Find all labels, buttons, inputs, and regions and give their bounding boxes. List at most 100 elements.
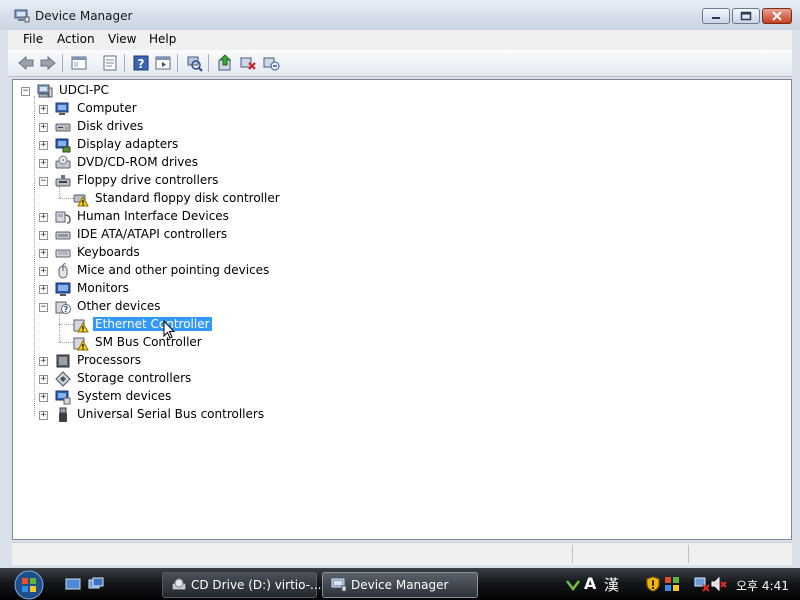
- expand-icon[interactable]: +: [39, 105, 48, 114]
- expand-icon[interactable]: +: [39, 159, 48, 168]
- display-adapter-icon: [55, 138, 71, 153]
- security-shield-icon[interactable]: [646, 576, 660, 592]
- restore-icon: [733, 9, 759, 23]
- taskbar-button-label: CD Drive (D:) virtio-...: [191, 578, 322, 592]
- tree-item-dvd-cd-rom-drives[interactable]: + DVD/CD-ROM drives: [39, 154, 339, 172]
- expand-icon[interactable]: +: [39, 357, 48, 366]
- collapse-icon[interactable]: −: [39, 177, 48, 186]
- taskbar-button-label: Device Manager: [351, 578, 449, 592]
- tree-item-label: Ethernet Controller: [93, 317, 212, 331]
- svg-text:?: ?: [64, 305, 69, 314]
- back-icon[interactable]: [17, 54, 35, 72]
- tree-item-floppy-drive-controllers[interactable]: − Floppy drive controllers: [39, 172, 339, 190]
- expand-icon[interactable]: +: [39, 267, 48, 276]
- cd-drive-icon: [171, 578, 187, 591]
- tree-line: [59, 342, 73, 343]
- tree-item-label: Other devices: [77, 299, 161, 313]
- menu-file[interactable]: File: [23, 32, 43, 46]
- up-level-icon[interactable]: [70, 54, 88, 72]
- minimize-button[interactable]: [702, 8, 730, 24]
- device-manager-window: Device Manager File Action View Help ? −…: [0, 0, 800, 568]
- status-divider: [572, 545, 573, 563]
- tree-item-other-devices[interactable]: − ? Other devices: [39, 298, 339, 316]
- collapse-icon[interactable]: −: [21, 87, 30, 96]
- tree-item-mice-and-other-pointing-devices[interactable]: + Mice and other pointing devices: [39, 262, 339, 280]
- start-button[interactable]: [8, 570, 50, 600]
- taskbar-button-cd-drive[interactable]: CD Drive (D:) virtio-...: [162, 572, 321, 598]
- tree-item-standard-floppy-disk-controller[interactable]: Standard floppy disk controller: [73, 190, 373, 208]
- tree-item-keyboards[interactable]: + Keyboards: [39, 244, 339, 262]
- collapse-icon[interactable]: −: [39, 303, 48, 312]
- language-bar-icon[interactable]: [565, 577, 581, 591]
- taskbar-button-device-manager[interactable]: Device Manager: [322, 572, 478, 598]
- window-title: Device Manager: [35, 9, 133, 23]
- device-tree[interactable]: − UDCI-PC + Computer + Disk drives + Dis…: [12, 79, 792, 540]
- status-divider: [688, 545, 689, 563]
- expand-icon[interactable]: +: [39, 411, 48, 420]
- tree-root[interactable]: − UDCI-PC: [21, 82, 221, 100]
- forward-icon[interactable]: [39, 54, 57, 72]
- taskbar: CD Drive (D:) virtio-... Device Manager …: [0, 568, 800, 600]
- help-icon[interactable]: ?: [132, 54, 150, 72]
- expand-icon[interactable]: +: [39, 285, 48, 294]
- tree-item-universal-serial-bus-controllers[interactable]: + Universal Serial Bus controllers: [39, 406, 339, 424]
- tree-line: [34, 96, 35, 416]
- disable-device-icon[interactable]: [239, 54, 257, 72]
- menu-action[interactable]: Action: [57, 32, 95, 46]
- warning-device-icon: [73, 194, 89, 207]
- title-bar[interactable]: Device Manager: [0, 0, 800, 30]
- tree-item-label: SM Bus Controller: [95, 335, 202, 349]
- menu-help[interactable]: Help: [149, 32, 176, 46]
- tree-item-display-adapters[interactable]: + Display adapters: [39, 136, 339, 154]
- close-button[interactable]: [762, 8, 792, 24]
- uninstall-device-icon[interactable]: [262, 54, 280, 72]
- expand-icon[interactable]: +: [39, 123, 48, 132]
- tree-item-label: DVD/CD-ROM drives: [77, 155, 199, 169]
- expand-icon[interactable]: +: [39, 213, 48, 222]
- tree-item-monitors[interactable]: + Monitors: [39, 280, 339, 298]
- expand-icon[interactable]: +: [39, 375, 48, 384]
- tree-item-label: Human Interface Devices: [77, 209, 229, 223]
- network-disconnected-icon[interactable]: [694, 576, 710, 592]
- tree-item-ethernet-controller[interactable]: Ethernet Controller: [73, 316, 373, 334]
- mouse-cursor-icon: [163, 320, 176, 339]
- clock[interactable]: 오후 4:41: [736, 577, 789, 594]
- show-hide-console-tree-icon[interactable]: [154, 54, 172, 72]
- expand-icon[interactable]: +: [39, 393, 48, 402]
- scan-hardware-icon[interactable]: [185, 54, 203, 72]
- processor-icon: [56, 354, 70, 368]
- tree-item-label: Monitors: [77, 281, 129, 295]
- tree-item-sm-bus-controller[interactable]: SM Bus Controller: [73, 334, 373, 352]
- computer-icon: [55, 102, 69, 115]
- tree-item-computer[interactable]: + Computer: [39, 100, 339, 118]
- expand-icon[interactable]: +: [39, 231, 48, 240]
- warning-device-icon: [73, 319, 89, 333]
- menu-view[interactable]: View: [108, 32, 136, 46]
- ime-hanja-indicator[interactable]: 漢: [604, 574, 619, 595]
- expand-icon[interactable]: +: [39, 249, 48, 258]
- tree-item-human-interface-devices[interactable]: + Human Interface Devices: [39, 208, 339, 226]
- properties-icon[interactable]: [101, 54, 119, 72]
- show-desktop-icon[interactable]: [65, 577, 81, 591]
- switch-windows-icon[interactable]: [88, 577, 104, 591]
- tree-item-processors[interactable]: + Processors: [39, 352, 339, 370]
- status-bar: [12, 542, 792, 565]
- tree-item-ide-ata-atapi-controllers[interactable]: + IDE ATA/ATAPI controllers: [39, 226, 339, 244]
- maximize-button[interactable]: [732, 8, 760, 24]
- tree-item-disk-drives[interactable]: + Disk drives: [39, 118, 339, 136]
- update-driver-icon[interactable]: [216, 54, 234, 72]
- menu-bar: File Action View Help: [8, 30, 792, 50]
- floppy-controller-icon: [55, 175, 71, 187]
- tree-item-storage-controllers[interactable]: + Storage controllers: [39, 370, 339, 388]
- system-devices-icon: [55, 390, 71, 405]
- expand-icon[interactable]: +: [39, 141, 48, 150]
- computer-icon: [37, 84, 53, 98]
- volume-muted-icon[interactable]: [711, 576, 727, 592]
- tree-item-system-devices[interactable]: + System devices: [39, 388, 339, 406]
- usb-icon: [59, 407, 67, 422]
- ime-mode-indicator[interactable]: A: [584, 574, 596, 593]
- windows-flag-icon[interactable]: [664, 576, 680, 592]
- tree-line: [59, 312, 60, 342]
- tree-item-label: Computer: [77, 101, 137, 115]
- tree-item-label: Disk drives: [77, 119, 144, 133]
